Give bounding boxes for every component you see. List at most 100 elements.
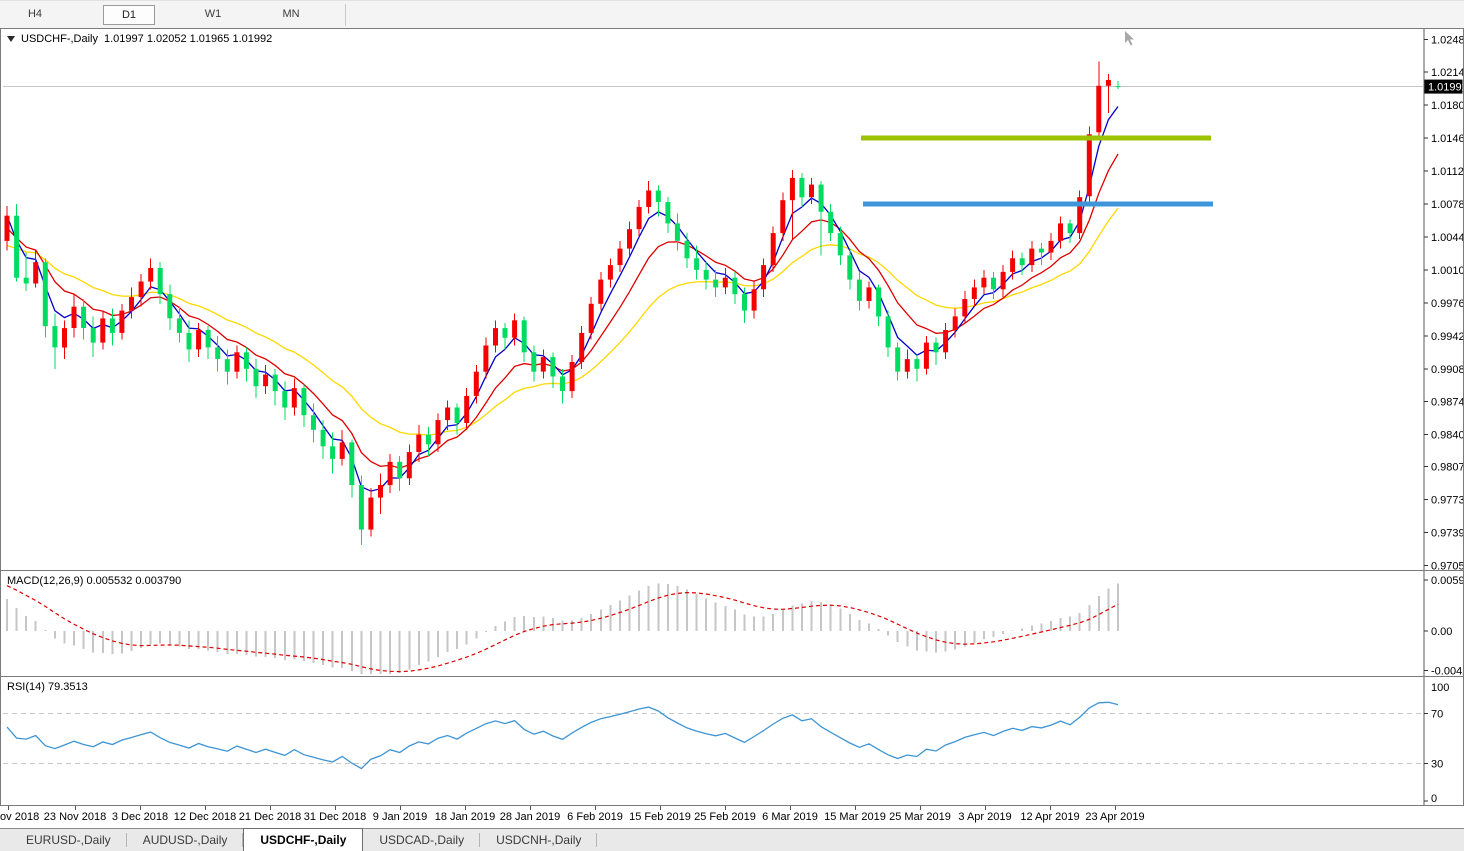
date-label: 31 Dec 2018 — [303, 811, 367, 823]
candle-body — [205, 330, 211, 348]
candle-body — [799, 177, 805, 198]
candle-body — [627, 229, 632, 249]
chart-tab-usdchf[interactable]: USDCHF-,Daily — [243, 828, 364, 851]
candle-body — [1067, 223, 1073, 234]
chart-tab-bar: EURUSD-,Daily AUDUSD-,Daily USDCHF-,Daily U… — [0, 828, 1464, 851]
chart-tab-eurusd[interactable]: EURUSD-,Daily — [10, 829, 127, 851]
price-tick-label: 0.98070 — [1431, 462, 1463, 474]
candle-body — [320, 429, 326, 447]
rsi-panel[interactable]: RSI(14) 79.3513 100 70 30 0 — [0, 676, 1464, 806]
candle-body — [425, 434, 431, 445]
candle-body — [243, 352, 249, 369]
candle-body — [4, 215, 10, 241]
rsi-tick-label: 30 — [1431, 758, 1443, 770]
candle-body — [598, 279, 604, 304]
candle-body — [991, 277, 996, 290]
candle-body — [713, 279, 719, 288]
price-tick-label: 1.00100 — [1431, 265, 1463, 277]
candle-body — [502, 328, 508, 338]
date-tick — [660, 806, 661, 810]
date-axis[interactable]: 14 Nov 201823 Nov 2018 3 Dec 2018 12 Dec 2… — [0, 806, 1464, 828]
date-tick — [400, 806, 401, 810]
candle-body — [579, 332, 585, 362]
price-tick-label: 1.01460 — [1431, 133, 1463, 145]
candle-body — [378, 485, 383, 498]
timeframe-button-w1[interactable]: W1 — [193, 5, 233, 25]
candle-body — [23, 277, 29, 284]
mt4-chart-window: H4 D1 W1 MN USDCHF-,Daily 1.01997 1.02052 1… — [0, 0, 1464, 851]
collapse-chart-icon[interactable] — [7, 36, 15, 42]
candle-body — [1058, 223, 1063, 241]
candle-body — [349, 442, 355, 485]
timeframe-button-d1[interactable]: D1 — [103, 5, 155, 25]
timeframe-button-mn[interactable]: MN — [271, 5, 311, 25]
candle-body — [330, 446, 336, 459]
candle-body — [234, 352, 240, 372]
timeframe-button-h4[interactable]: H4 — [18, 5, 52, 25]
candle-body — [42, 262, 48, 327]
date-label: 15 Mar 2019 — [824, 811, 886, 823]
price-tick-label: 0.98740 — [1431, 397, 1463, 409]
macd-tick-label: 0.00 — [1431, 626, 1452, 638]
candle-body — [1048, 240, 1054, 253]
candle-body — [100, 318, 106, 343]
chart-tab-usdcad[interactable]: USDCAD-,Daily — [363, 829, 481, 851]
candle-body — [847, 255, 853, 280]
candle-body — [464, 395, 470, 423]
candle-body — [473, 371, 479, 396]
candle-body — [540, 357, 546, 372]
candle-body — [617, 248, 623, 266]
candle-body — [780, 200, 786, 234]
candle-body — [291, 388, 297, 408]
toolbar-separator — [345, 4, 346, 26]
candle-body — [885, 316, 891, 348]
candle-body — [943, 330, 949, 353]
date-label: 12 Apr 2019 — [1020, 811, 1080, 823]
candle-body — [933, 342, 939, 353]
price-plot-area[interactable]: 1.02480 1.02140 1.01800 1.01460 1.01120 1.007… — [1, 29, 1463, 570]
date-tick — [985, 806, 986, 810]
chart-tab-audusd[interactable]: AUDUSD-,Daily — [127, 829, 244, 851]
timeframe-toolbar: H4 D1 W1 MN — [0, 0, 1464, 28]
candle-body — [301, 388, 307, 416]
ma-fast-line — [6, 106, 1119, 492]
chart-tab-usdcnh[interactable]: USDCNH-,Daily — [480, 829, 598, 851]
date-label: 3 Dec 2018 — [111, 811, 169, 823]
macd-plot-area[interactable]: 0.005997 0.00 -0.004244 — [1, 571, 1463, 676]
price-tick-label: 0.97390 — [1431, 528, 1463, 540]
candle-body — [435, 420, 441, 445]
candle-body — [167, 294, 173, 319]
candle-body — [129, 297, 134, 311]
date-tick — [530, 806, 531, 810]
date-label: 25 Mar 2019 — [889, 811, 951, 823]
macd-panel[interactable]: MACD(12,26,9) 0.005532 0.003790 0.005997… — [0, 570, 1464, 677]
candle-body — [674, 223, 680, 241]
date-tick — [8, 806, 9, 810]
candle-body — [770, 233, 776, 266]
candle-body — [512, 320, 518, 338]
candle-body — [588, 303, 594, 333]
candle-body — [531, 352, 537, 372]
date-tick — [205, 806, 206, 810]
candle-body — [607, 265, 613, 280]
date-tick — [595, 806, 596, 810]
candle-body — [14, 215, 20, 278]
candle-body — [694, 258, 700, 270]
candle-body — [560, 376, 565, 391]
candle-body — [895, 347, 901, 372]
candle-body — [742, 294, 747, 311]
candle-body — [253, 368, 259, 387]
main-chart-panel[interactable]: USDCHF-,Daily 1.01997 1.02052 1.01965 1.… — [0, 28, 1464, 571]
date-tick — [270, 806, 271, 810]
candle-body — [636, 206, 642, 230]
price-tick-label: 0.99080 — [1431, 364, 1463, 376]
candle-body — [263, 374, 269, 387]
rsi-tick-label: 0 — [1431, 793, 1437, 805]
price-tick-label: 0.97050 — [1431, 560, 1463, 570]
rsi-line — [6, 701, 1119, 770]
candle-body — [397, 461, 403, 479]
candle-body — [971, 287, 977, 299]
candle-body — [109, 318, 115, 333]
rsi-plot-area[interactable]: 100 70 30 0 — [1, 677, 1463, 805]
candle-body — [646, 190, 652, 207]
